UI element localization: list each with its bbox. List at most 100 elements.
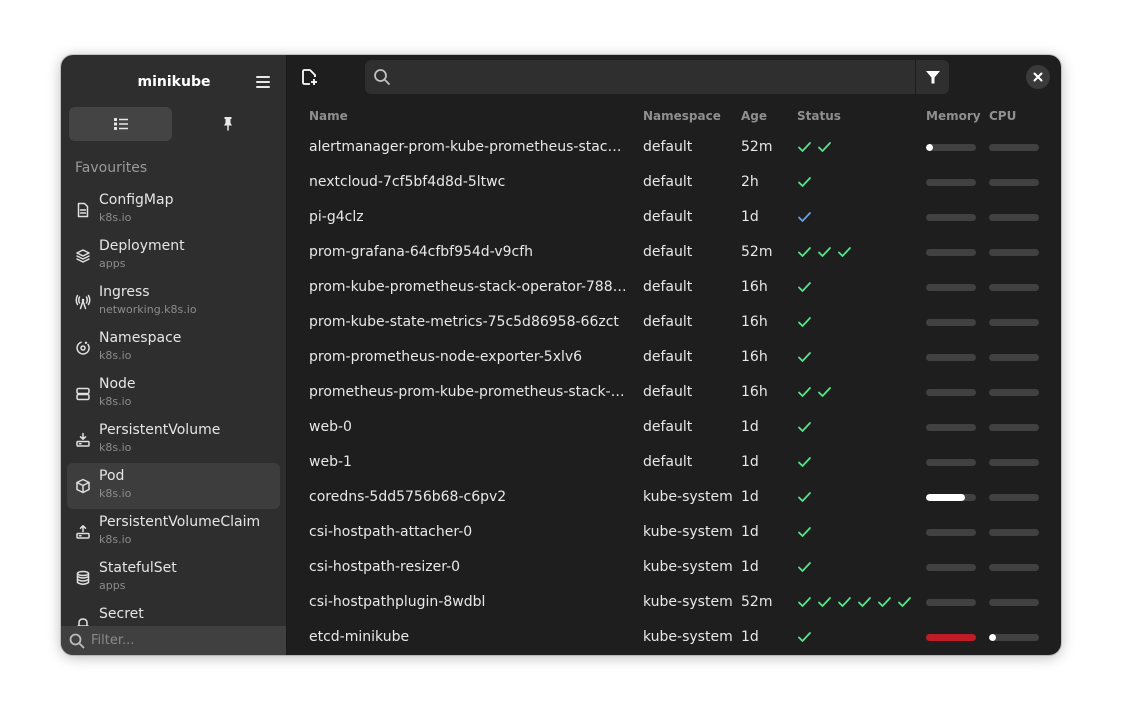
server-icon [76,387,90,401]
table-row[interactable]: prom-prometheus-node-exporter-5xlv6 defa… [287,340,1061,375]
list-icon [113,118,128,130]
cluster-title: minikube [137,74,211,90]
table-row[interactable]: csi-hostpath-resizer-0 kube-system 1d [287,550,1061,585]
pod-namespace: kube-system [643,524,733,540]
table-row[interactable]: prom-kube-state-metrics-75c5d86958-66zct… [287,305,1061,340]
ready-check-icon [798,597,811,607]
pod-name: prom-kube-state-metrics-75c5d86958-66zct [309,314,619,330]
sidebar-item-statefulset[interactable]: StatefulSet apps [67,555,280,601]
ready-check-icon [818,247,831,257]
pod-age: 1d [741,419,759,435]
table-row[interactable]: prom-kube-prometheus-stack-operator-7886… [287,270,1061,305]
ready-check-icon [898,597,911,607]
sidebar-item-pod[interactable]: Pod k8s.io [67,463,280,509]
ready-check-icon [798,422,811,432]
pod-namespace: default [643,279,693,295]
main-panel: Name Namespace Age Status Memory CPU ale… [287,55,1061,655]
memory-usage-bar [926,214,976,221]
table-row[interactable]: prometheus-prom-kube-prometheus-stack-pr… [287,375,1061,410]
table-row[interactable]: csi-hostpath-attacher-0 kube-system 1d [287,515,1061,550]
memory-usage-bar [926,179,976,186]
pod-name: prom-prometheus-node-exporter-5xlv6 [309,349,583,365]
column-header-name[interactable]: Name [309,109,348,123]
main-menu-button[interactable] [256,76,270,88]
pod-status [797,455,812,469]
pod-age: 52m [741,594,773,610]
sidebar-filter-input[interactable] [91,633,271,648]
memory-usage-bar [926,634,976,641]
search-bar [365,60,949,94]
sidebar-item-group: k8s.io [99,533,132,546]
database-icon [76,570,90,585]
pod-age: 16h [741,384,768,400]
cpu-usage-bar [989,319,1039,326]
column-header-age[interactable]: Age [741,109,767,123]
pod-status [797,630,812,644]
table-header: Name Namespace Age Status Memory CPU [287,107,1061,125]
pod-namespace: kube-system [643,559,733,575]
drive-upload-icon [76,525,90,539]
list-view-button[interactable] [69,107,172,141]
sidebar-item-label: Namespace [99,330,182,346]
table-row[interactable]: csi-hostpathplugin-8wdbl kube-system 52m [287,585,1061,620]
pod-status [797,315,812,329]
new-resource-button[interactable] [301,68,321,88]
completed-check-icon [798,212,811,222]
column-header-namespace[interactable]: Namespace [643,109,721,123]
sidebar-item-group: k8s.io [99,211,132,224]
table-row[interactable]: etcd-minikube kube-system 1d [287,620,1061,655]
memory-usage-bar [926,144,976,151]
sidebar-item-persistentvolumeclaim[interactable]: PersistentVolumeClaim k8s.io [67,509,280,555]
cpu-usage-fill [989,634,996,641]
sidebar-item-node[interactable]: Node k8s.io [67,371,280,417]
search-icon [374,69,390,85]
close-button[interactable] [1026,65,1050,89]
sidebar-item-persistentvolume[interactable]: PersistentVolume k8s.io [67,417,280,463]
search-input[interactable] [399,69,915,85]
cpu-usage-bar [989,354,1039,361]
filter-icon [925,71,940,84]
orbit-icon [76,341,90,355]
pod-namespace: default [643,244,693,260]
sidebar-item-secret[interactable]: Secret [67,601,280,627]
search-icon [69,633,85,648]
pod-age: 1d [741,454,759,470]
table-row[interactable]: web-0 default 1d [287,410,1061,445]
ready-check-icon [838,597,851,607]
sidebar-item-ingress[interactable]: Ingress networking.k8s.io [67,279,280,325]
sidebar-item-label: ConfigMap [99,192,174,208]
sidebar-item-configmap[interactable]: ConfigMap k8s.io [67,187,280,233]
pod-name: alertmanager-prom-kube-prometheus-stack-… [309,139,629,155]
sidebar-item-deployment[interactable]: Deployment apps [67,233,280,279]
column-header-status[interactable]: Status [797,109,841,123]
cpu-usage-bar [989,529,1039,536]
pod-status [797,140,832,154]
table-row[interactable]: alertmanager-prom-kube-prometheus-stack-… [287,130,1061,165]
antenna-icon [75,294,91,310]
table-row[interactable]: pi-g4clz default 1d [287,200,1061,235]
file-add-icon [302,69,317,85]
table-row[interactable]: coredns-5dd5756b68-c6pv2 kube-system 1d [287,480,1061,515]
pod-age: 1d [741,524,759,540]
sidebar-item-namespace[interactable]: Namespace k8s.io [67,325,280,371]
app-window: minikube Favourites ConfigMap k8s.io Dep… [61,55,1061,655]
pinned-view-button[interactable] [178,107,278,141]
column-header-cpu[interactable]: CPU [989,109,1016,123]
ready-check-icon [798,387,811,397]
cpu-usage-bar [989,634,1039,641]
memory-usage-bar [926,389,976,396]
pod-name: etcd-minikube [309,629,410,645]
sidebar-item-label: Ingress [99,284,150,300]
pod-age: 16h [741,314,768,330]
ready-check-icon [818,387,831,397]
pod-namespace: kube-system [643,594,733,610]
pod-status [797,280,812,294]
table-row[interactable]: web-1 default 1d [287,445,1061,480]
cpu-usage-bar [989,389,1039,396]
table-row[interactable]: nextcloud-7cf5bf4d8d-5ltwc default 2h [287,165,1061,200]
table-row[interactable]: prom-grafana-64cfbf954d-v9cfh default 52… [287,235,1061,270]
memory-usage-fill [926,144,933,151]
column-header-memory[interactable]: Memory [926,109,981,123]
memory-usage-bar [926,599,976,606]
filter-button[interactable] [915,60,949,94]
